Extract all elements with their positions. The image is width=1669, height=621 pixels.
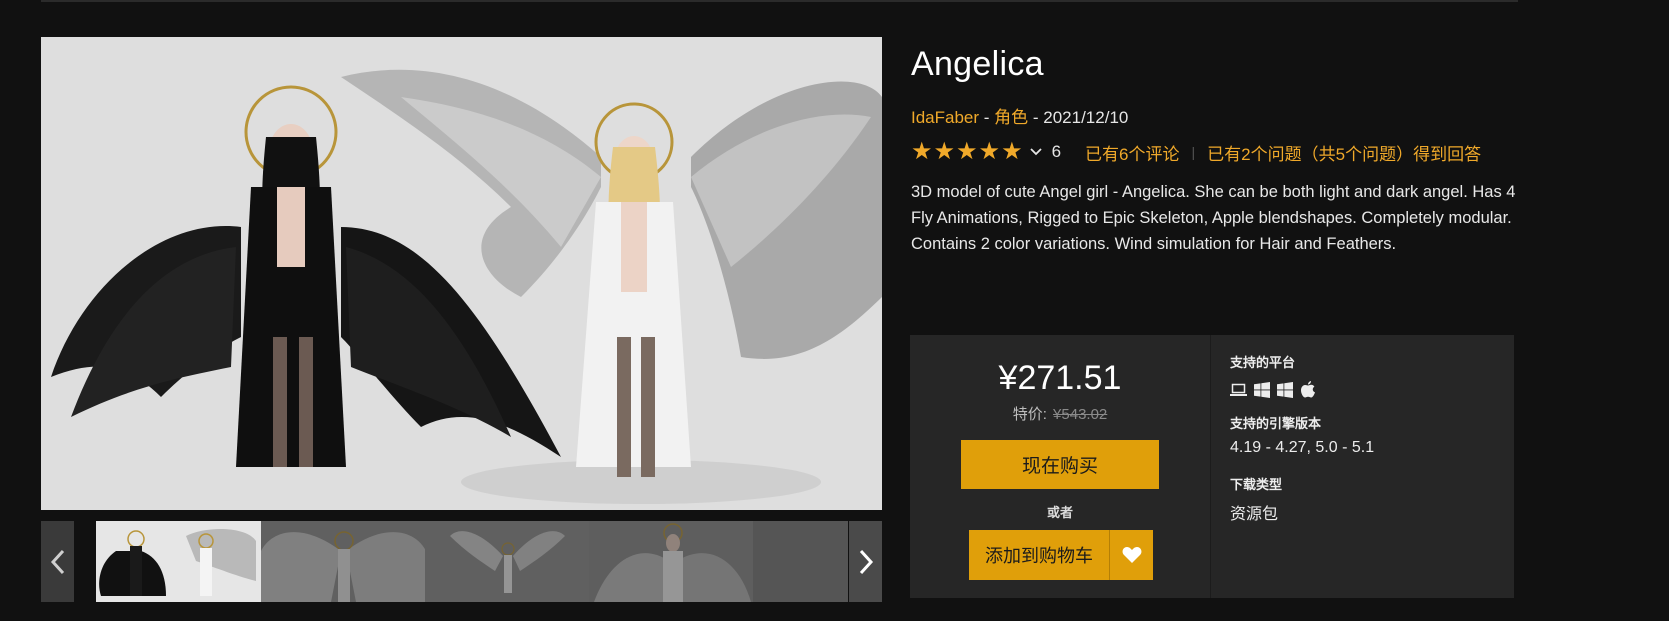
product-meta: IdaFaber - 角色 - 2021/12/10 xyxy=(911,103,1128,128)
rating-dropdown-toggle[interactable] xyxy=(1029,148,1042,156)
product-specs: 支持的平台 支持的引擎版本 4.19 - 4.27, 5.0 - 5.1 下载类… xyxy=(1230,335,1510,598)
windows-icon xyxy=(1253,381,1270,398)
wishlist-button[interactable] xyxy=(1109,530,1153,580)
rating-row: ★ ★ ★ ★ ★ 6 已有6个评论 | 已有2个问题（共5个问题）得到回答 xyxy=(911,139,1481,165)
original-price: ¥543.02 xyxy=(1053,406,1108,423)
thumbnail-image xyxy=(261,521,426,602)
thumbnail-strip xyxy=(41,521,882,602)
product-description: 3D model of cute Angel girl - Angelica. … xyxy=(911,183,1516,253)
download-type: 资源包 xyxy=(1230,506,1279,523)
or-label: 或者 xyxy=(1046,505,1073,520)
platform-icons xyxy=(1230,381,1316,398)
star-icon: ★ xyxy=(1001,138,1023,165)
thumbnail-4[interactable] xyxy=(589,521,754,602)
engine-versions: 4.19 - 4.27, 5.0 - 5.1 xyxy=(1230,439,1375,456)
price: ¥271.51 xyxy=(998,359,1122,397)
product-title: Angelica xyxy=(911,45,1044,83)
panel-divider xyxy=(1210,335,1211,598)
top-divider xyxy=(41,0,1518,2)
windows-icon xyxy=(1276,381,1293,398)
meta-separator: - xyxy=(979,108,995,127)
download-type-heading: 下载类型 xyxy=(1230,477,1283,492)
rating-count: 6 xyxy=(1051,142,1062,161)
reviews-link[interactable]: 已有6个评论 xyxy=(1085,140,1179,165)
seller-link[interactable]: IdaFaber xyxy=(911,108,979,127)
platforms-heading: 支持的平台 xyxy=(1230,355,1296,370)
thumbnail-image xyxy=(753,521,848,602)
link-divider: | xyxy=(1191,144,1196,160)
thumbnail-5[interactable] xyxy=(753,521,848,602)
star-icon: ★ xyxy=(933,138,956,165)
chevron-right-icon xyxy=(859,549,873,574)
thumbnail-image xyxy=(425,521,590,602)
product-main-image[interactable] xyxy=(41,37,882,510)
add-to-cart-button[interactable]: 添加到购物车 xyxy=(969,530,1109,580)
star-rating: ★ ★ ★ ★ ★ xyxy=(911,140,1023,164)
purchase-actions: ¥271.51 特价: ¥543.02 现在购买 或者 添加到购物车 xyxy=(910,335,1210,598)
heart-icon xyxy=(1122,547,1141,563)
angel-characters-render xyxy=(41,37,882,510)
star-icon: ★ xyxy=(978,138,1001,165)
thumbnail-image xyxy=(96,521,261,602)
category-link[interactable]: 角色 xyxy=(994,108,1028,127)
apple-icon xyxy=(1299,381,1316,398)
laptop-icon xyxy=(1230,381,1247,398)
thumbnail-next-button[interactable] xyxy=(849,521,882,602)
engine-version-heading: 支持的引擎版本 xyxy=(1230,416,1322,431)
buy-now-button[interactable]: 现在购买 xyxy=(961,440,1159,489)
questions-link[interactable]: 已有2个问题（共5个问题）得到回答 xyxy=(1207,140,1481,165)
cart-button-group: 添加到购物车 xyxy=(969,530,1153,580)
thumbnail-prev-button[interactable] xyxy=(41,521,74,602)
star-icon: ★ xyxy=(956,138,978,165)
chevron-down-icon xyxy=(1029,148,1042,156)
purchase-panel: ¥271.51 特价: ¥543.02 现在购买 或者 添加到购物车 支持的平台 xyxy=(910,335,1514,598)
thumbnail-image xyxy=(589,521,754,602)
release-date: 2021/12/10 xyxy=(1043,108,1129,127)
star-icon: ★ xyxy=(911,138,933,165)
sale-label: 特价: xyxy=(1012,406,1047,423)
thumbnail-1[interactable] xyxy=(96,521,261,602)
sale-price-row: 特价: ¥543.02 xyxy=(910,403,1210,424)
thumbnail-2[interactable] xyxy=(261,521,426,602)
thumbnail-3[interactable] xyxy=(425,521,590,602)
chevron-left-icon xyxy=(50,549,64,574)
meta-separator: - xyxy=(1028,108,1044,127)
